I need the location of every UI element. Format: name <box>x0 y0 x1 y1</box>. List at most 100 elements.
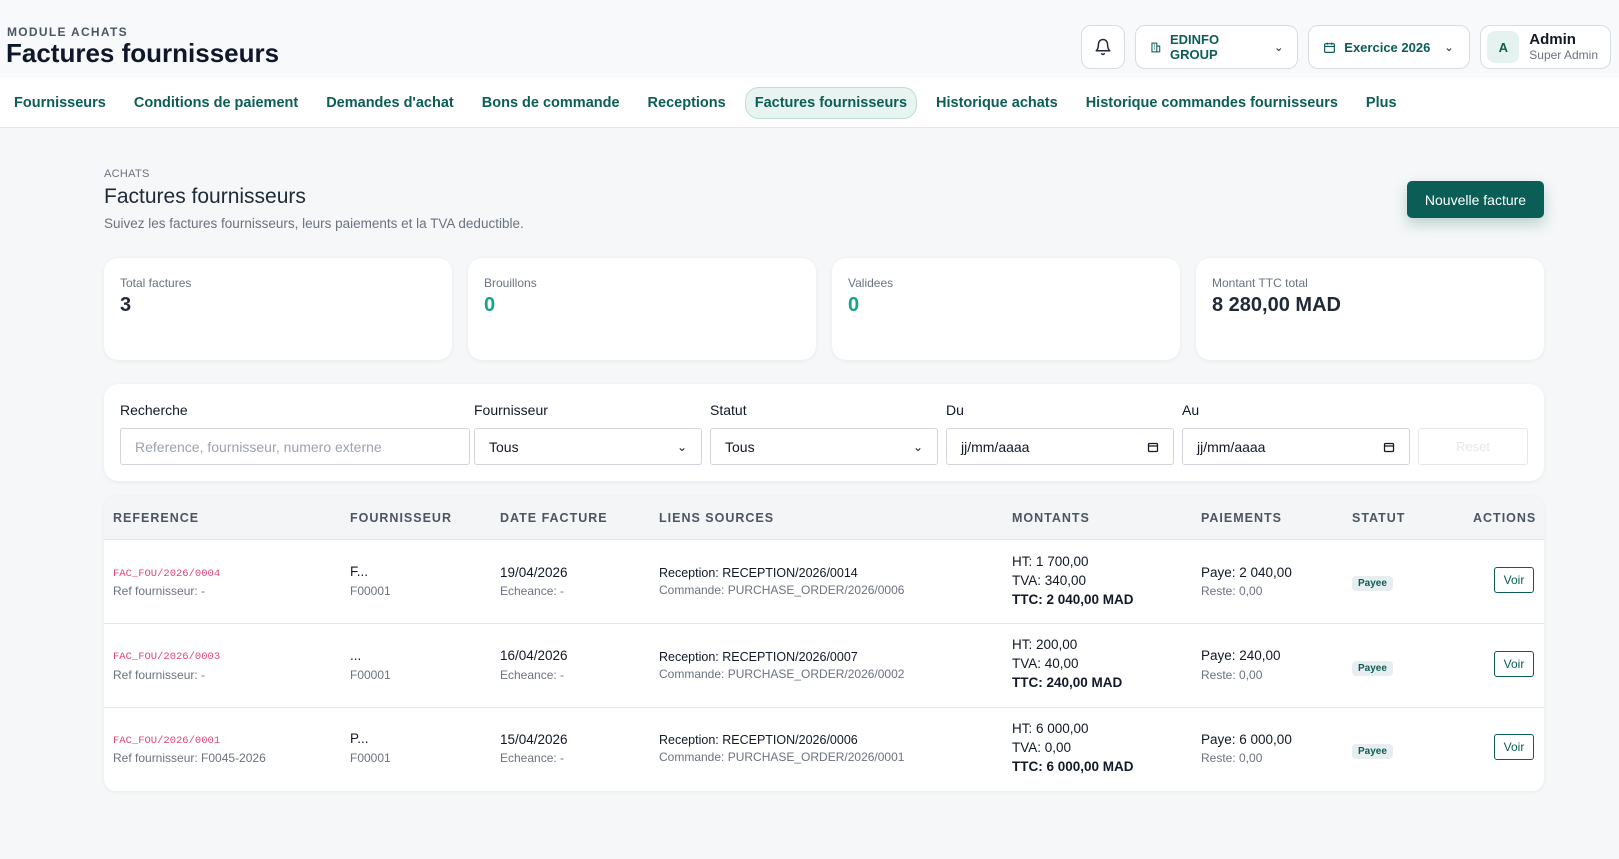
chevron-down-icon: ⌄ <box>1444 41 1454 54</box>
column-header: STATUT <box>1352 511 1406 525</box>
chevron-down-icon: ⌄ <box>912 439 923 454</box>
from-date-input[interactable]: jj/mm/aaaa <box>946 428 1174 465</box>
top-actions: EDINFO GROUP ⌄ Exercice 2026 ⌄ A Admin S… <box>1081 25 1611 69</box>
column-header: FOURNISSEUR <box>350 511 452 525</box>
chevron-down-icon: ⌄ <box>1274 41 1284 54</box>
page-title: Factures fournisseurs <box>104 185 306 208</box>
to-date-label: Au <box>1182 402 1200 418</box>
supplier-select[interactable]: Tous ⌄ <box>474 428 702 465</box>
exercice-selector[interactable]: Exercice 2026 ⌄ <box>1308 25 1471 69</box>
view-button[interactable]: Voir <box>1494 651 1534 677</box>
reset-button[interactable]: Reset <box>1418 428 1528 465</box>
status-value: Tous <box>725 438 755 455</box>
amount-ht: HT: 1 700,00 <box>1012 554 1089 569</box>
module-nav: Fournisseurs Conditions de paiement Dema… <box>0 78 1619 128</box>
amount-ht: HT: 200,00 <box>1012 637 1078 652</box>
exercice-label: Exercice 2026 <box>1344 39 1431 55</box>
column-header: DATE FACTURE <box>500 511 608 525</box>
column-header: PAIEMENTS <box>1201 511 1282 525</box>
invoice-reference[interactable]: FAC_FOU/2026/0001 <box>113 735 220 747</box>
invoice-date: 15/04/2026 <box>500 732 568 747</box>
notifications-button[interactable] <box>1081 25 1126 69</box>
supplier-code: F00001 <box>350 668 391 682</box>
due-date: Echeance: - <box>500 584 565 598</box>
status-label: Statut <box>710 402 747 418</box>
amount-ttc: TTC: 240,00 MAD <box>1012 675 1123 690</box>
filters-panel: Recherche Reference, fournisseur, numero… <box>104 384 1544 481</box>
reception-link: Reception: RECEPTION/2026/0006 <box>659 733 858 747</box>
user-name: Admin <box>1529 31 1576 48</box>
amount-tva: TVA: 340,00 <box>1012 573 1087 588</box>
remaining-amount: Reste: 0,00 <box>1201 668 1263 682</box>
view-button[interactable]: Voir <box>1494 567 1534 593</box>
stat-label: Montant TTC total <box>1212 276 1308 290</box>
nav-demandes-achat[interactable]: Demandes d'achat <box>317 88 463 118</box>
user-menu[interactable]: A Admin Super Admin <box>1480 25 1611 69</box>
invoice-date: 16/04/2026 <box>500 648 568 663</box>
paid-amount: Paye: 2 040,00 <box>1201 565 1292 580</box>
stat-value: 0 <box>484 294 496 316</box>
to-date-placeholder: jj/mm/aaaa <box>1197 438 1266 455</box>
stat-value: 3 <box>120 294 132 316</box>
remaining-amount: Reste: 0,00 <box>1201 751 1263 765</box>
calendar-icon <box>1383 442 1395 452</box>
invoice-reference[interactable]: FAC_FOU/2026/0003 <box>113 651 220 663</box>
supplier-name: P... <box>350 731 369 746</box>
supplier-name: F... <box>350 564 369 579</box>
bell-icon <box>1095 38 1111 56</box>
nav-historique-commandes[interactable]: Historique commandes fournisseurs <box>1077 88 1347 118</box>
amount-ht: HT: 6 000,00 <box>1012 721 1089 736</box>
supplier-code: F00001 <box>350 751 391 765</box>
nav-fournisseurs[interactable]: Fournisseurs <box>5 88 115 118</box>
company-name: EDINFO GROUP <box>1169 32 1220 62</box>
stat-label: Brouillons <box>484 276 537 290</box>
invoice-date: 19/04/2026 <box>500 565 568 580</box>
order-link: Commande: PURCHASE_ORDER/2026/0002 <box>659 667 905 681</box>
nav-plus[interactable]: Plus <box>1357 88 1406 118</box>
amount-ttc: TTC: 2 040,00 MAD <box>1012 592 1134 607</box>
nav-historique-achats[interactable]: Historique achats <box>927 88 1067 118</box>
nav-receptions[interactable]: Receptions <box>639 88 735 118</box>
nav-bons-commande[interactable]: Bons de commande <box>473 88 629 118</box>
supplier-ref: Ref fournisseur: - <box>113 584 206 598</box>
invoice-reference[interactable]: FAC_FOU/2026/0004 <box>113 568 220 580</box>
calendar-icon <box>1324 42 1336 53</box>
to-date-input[interactable]: jj/mm/aaaa <box>1182 428 1410 465</box>
view-button[interactable]: Voir <box>1494 734 1534 760</box>
supplier-value: Tous <box>489 438 519 455</box>
stat-label: Validees <box>848 276 894 290</box>
paid-amount: Paye: 6 000,00 <box>1201 732 1292 747</box>
module-label: MODULE ACHATS <box>7 25 128 39</box>
supplier-label: Fournisseur <box>474 402 548 418</box>
table-header: REFERENCE FOURNISSEUR DATE FACTURE LIENS… <box>104 496 1544 540</box>
column-header: ACTIONS <box>1473 511 1537 525</box>
building-icon <box>1151 42 1161 52</box>
table-row: FAC_FOU/2026/0003 Ref fournisseur: - ...… <box>104 624 1544 708</box>
supplier-name: ... <box>350 648 362 663</box>
nav-factures-fournisseurs[interactable]: Factures fournisseurs <box>744 86 918 119</box>
from-date-label: Du <box>946 402 964 418</box>
page-subtitle: Suivez les factures fournisseurs, leurs … <box>104 216 524 231</box>
supplier-ref: Ref fournisseur: F0045-2026 <box>113 751 266 765</box>
company-selector[interactable]: EDINFO GROUP ⌄ <box>1135 25 1299 69</box>
order-link: Commande: PURCHASE_ORDER/2026/0006 <box>659 583 905 597</box>
user-role: Super Admin <box>1529 48 1598 62</box>
paid-amount: Paye: 240,00 <box>1201 648 1281 663</box>
calendar-icon <box>1147 442 1159 452</box>
avatar: A <box>1487 31 1520 63</box>
nav-conditions-paiement[interactable]: Conditions de paiement <box>125 88 307 118</box>
status-badge: Payee <box>1352 576 1393 591</box>
amount-ttc: TTC: 6 000,00 MAD <box>1012 759 1134 774</box>
supplier-ref: Ref fournisseur: - <box>113 668 206 682</box>
reception-link: Reception: RECEPTION/2026/0007 <box>659 650 858 664</box>
top-header: MODULE ACHATS Factures fournisseurs EDIN… <box>0 0 1619 78</box>
status-select[interactable]: Tous ⌄ <box>710 428 938 465</box>
amount-tva: TVA: 0,00 <box>1012 740 1072 755</box>
remaining-amount: Reste: 0,00 <box>1201 584 1263 598</box>
search-input[interactable]: Reference, fournisseur, numero externe <box>120 428 470 465</box>
new-invoice-button[interactable]: Nouvelle facture <box>1407 181 1544 218</box>
chevron-down-icon: ⌄ <box>676 439 687 454</box>
invoices-table: REFERENCE FOURNISSEUR DATE FACTURE LIENS… <box>104 496 1544 791</box>
table-row: FAC_FOU/2026/0004 Ref fournisseur: - F..… <box>104 540 1544 624</box>
breadcrumb: ACHATS <box>104 168 150 180</box>
